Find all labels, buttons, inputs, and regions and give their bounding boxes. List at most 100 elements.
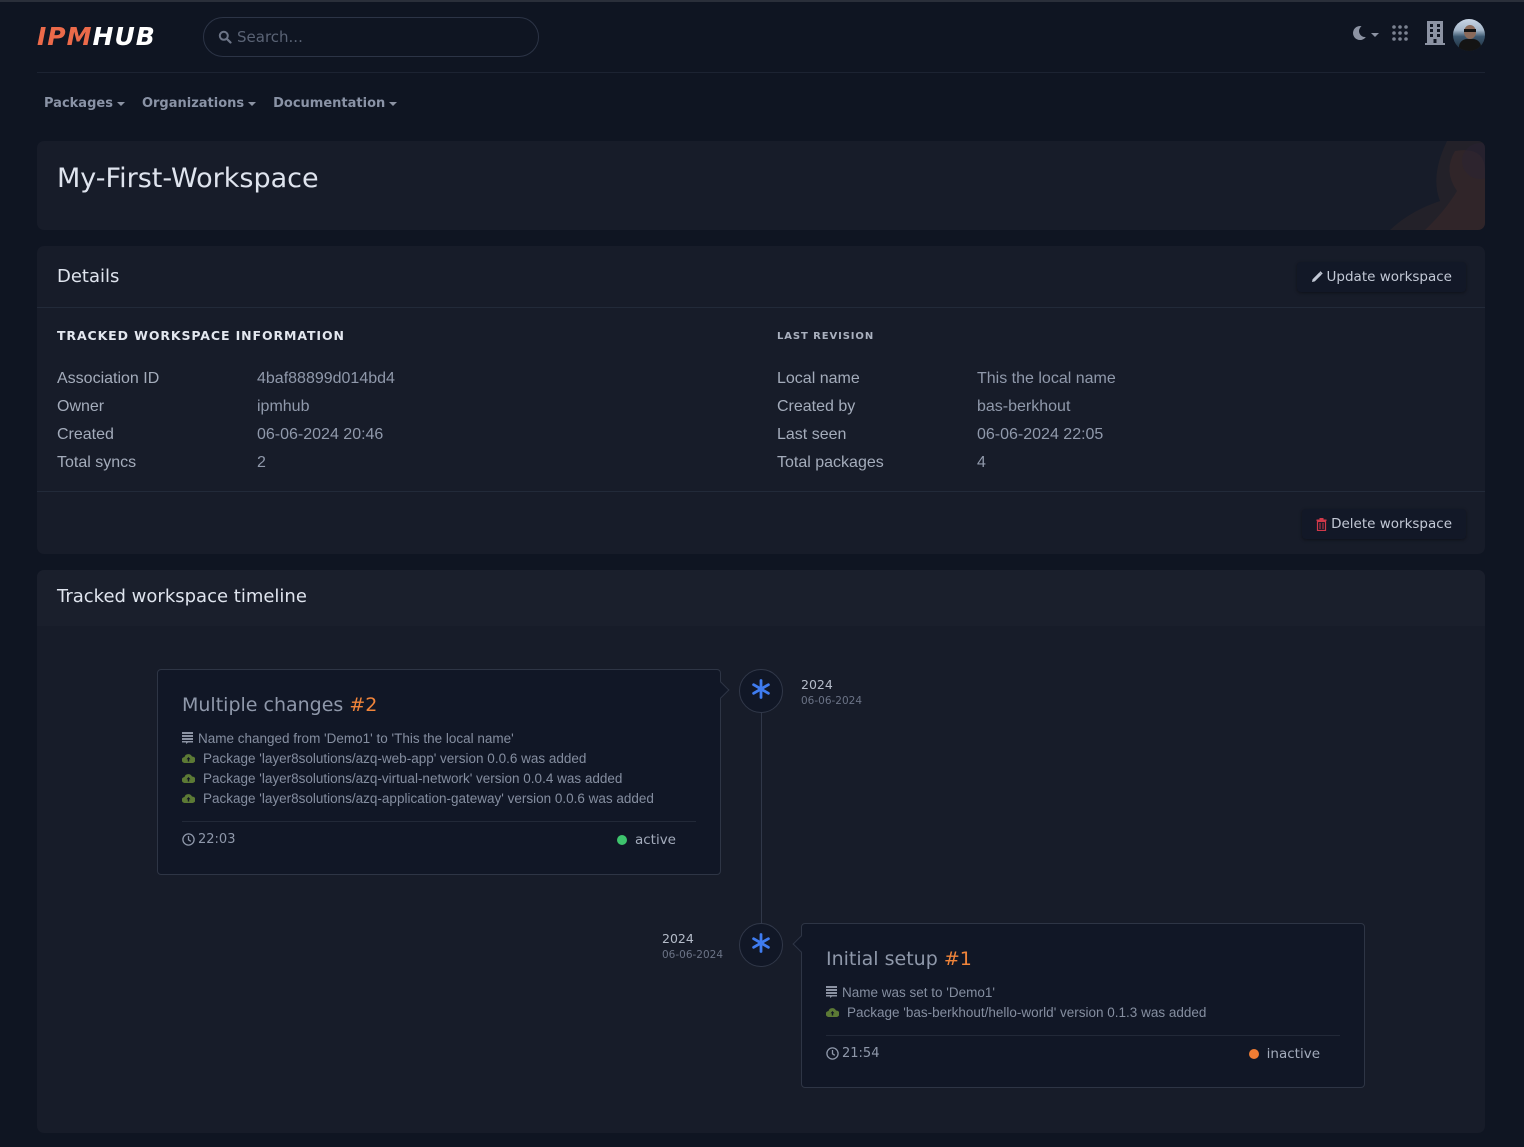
entry-title-text: Multiple changes bbox=[182, 694, 344, 716]
info-key: Local name bbox=[777, 370, 860, 387]
change-item: Name was set to 'Demo1' bbox=[826, 982, 1206, 1002]
info-key: Association ID bbox=[57, 370, 160, 387]
change-text: Name was set to 'Demo1' bbox=[842, 984, 995, 1000]
last-revision-heading: LAST REVISION bbox=[777, 331, 875, 342]
entry-time: 22:03 bbox=[182, 832, 235, 847]
timeline-year: 2024 bbox=[662, 931, 694, 946]
theme-toggle[interactable] bbox=[1350, 24, 1379, 47]
chevron-down-icon bbox=[1371, 33, 1379, 37]
timeline-entry: Multiple changes #2 Name changed from 'D… bbox=[157, 669, 730, 875]
info-key: Total packages bbox=[777, 454, 884, 471]
status-dot-icon bbox=[1248, 1049, 1259, 1059]
info-row: Last seen 06-06-2024 22:05 bbox=[777, 421, 1116, 449]
timeline-header: Tracked workspace timeline bbox=[37, 570, 1485, 626]
info-row: Owner ipmhub bbox=[57, 393, 395, 421]
tracked-info-section: TRACKED WORKSPACE INFORMATION Associatio… bbox=[57, 328, 395, 477]
change-item: Package 'layer8solutions/azq-web-app' ve… bbox=[182, 748, 654, 768]
user-avatar[interactable] bbox=[1453, 19, 1485, 51]
search-box[interactable] bbox=[203, 17, 539, 57]
info-row: Total packages 4 bbox=[777, 449, 1116, 477]
nav-packages[interactable]: Packages bbox=[44, 96, 125, 111]
change-text: Package 'layer8solutions/azq-application… bbox=[203, 790, 654, 806]
name-change-icon bbox=[826, 986, 841, 998]
update-workspace-button[interactable]: Update workspace bbox=[1296, 262, 1466, 292]
chevron-down-icon bbox=[248, 101, 257, 106]
entry-divider bbox=[826, 1035, 1340, 1036]
entry-title-text: Initial setup bbox=[826, 948, 938, 970]
change-item: Package 'layer8solutions/azq-application… bbox=[182, 788, 654, 808]
info-key: Created by bbox=[777, 398, 856, 415]
name-change-icon bbox=[182, 732, 197, 744]
clock-icon bbox=[182, 833, 195, 846]
info-row: Total syncs 2 bbox=[57, 449, 395, 477]
avatar-head bbox=[1464, 25, 1476, 39]
cloud-upload-icon bbox=[826, 1007, 846, 1017]
clock-icon bbox=[826, 1047, 839, 1060]
entry-time: 21:54 bbox=[826, 1046, 879, 1061]
entry-pointer bbox=[712, 681, 730, 699]
timeline-year: 2024 bbox=[801, 677, 833, 692]
change-text: Name changed from 'Demo1' to 'This the l… bbox=[198, 730, 514, 746]
cloud-upload-icon bbox=[182, 773, 202, 783]
building-icon[interactable] bbox=[1425, 20, 1445, 50]
change-item: Package 'layer8solutions/azq-virtual-net… bbox=[182, 768, 654, 788]
info-value: ipmhub bbox=[257, 398, 310, 415]
entry-changes: Name changed from 'Demo1' to 'This the l… bbox=[182, 728, 654, 808]
pencil-icon bbox=[1311, 271, 1323, 283]
info-row: Created by bas-berkhout bbox=[777, 393, 1116, 421]
trash-icon bbox=[1316, 517, 1327, 531]
cloud-upload-icon bbox=[182, 753, 202, 763]
info-value: 06-06-2024 22:05 bbox=[977, 426, 1104, 443]
delete-workspace-button[interactable]: Delete workspace bbox=[1302, 509, 1466, 539]
ipmhub-logo[interactable]: IPMHUB bbox=[37, 24, 156, 50]
page-title: My-First-Workspace bbox=[57, 163, 319, 194]
info-row: Created 06-06-2024 20:46 bbox=[57, 421, 395, 449]
avatar-glasses bbox=[1464, 29, 1476, 32]
moon-icon bbox=[1350, 24, 1368, 47]
chevron-down-icon bbox=[389, 101, 398, 106]
change-text: Package 'bas-berkhout/hello-world' versi… bbox=[847, 1004, 1207, 1020]
info-value: This the local name bbox=[977, 370, 1116, 387]
info-row: Association ID 4baf88899d014bd4 bbox=[57, 365, 395, 393]
info-value: 06-06-2024 20:46 bbox=[257, 426, 384, 443]
update-workspace-label: Update workspace bbox=[1326, 269, 1452, 285]
apps-grid-icon[interactable] bbox=[1391, 24, 1409, 47]
info-value: 4 bbox=[977, 454, 986, 471]
status-badge: active bbox=[616, 832, 676, 848]
status-text: active bbox=[634, 832, 676, 848]
asterisk-icon bbox=[751, 678, 771, 704]
status-text: inactive bbox=[1266, 1046, 1320, 1062]
timeline-date: 2024 06-06-2024 bbox=[662, 931, 723, 961]
top-right-controls bbox=[1350, 17, 1485, 53]
timeline-connector bbox=[761, 691, 762, 946]
details-footer-divider bbox=[37, 491, 1485, 492]
entry-number: #2 bbox=[349, 694, 378, 716]
status-dot-icon bbox=[616, 835, 627, 845]
avatar-body bbox=[1459, 39, 1481, 51]
timeline-day: 06-06-2024 bbox=[662, 949, 724, 961]
change-item: Name changed from 'Demo1' to 'This the l… bbox=[182, 728, 654, 748]
entry-time-text: 22:03 bbox=[198, 832, 236, 847]
info-key: Owner bbox=[57, 398, 105, 415]
details-card: Details Update workspace TRACKED WORKSPA… bbox=[37, 246, 1485, 554]
status-badge: inactive bbox=[1248, 1046, 1320, 1062]
nav-organizations-label: Organizations bbox=[141, 96, 245, 111]
timeline-node bbox=[739, 923, 783, 967]
search-input[interactable] bbox=[237, 28, 517, 46]
info-row: Local name This the local name bbox=[777, 365, 1116, 393]
entry-title: Multiple changes #2 bbox=[182, 694, 377, 716]
timeline-card: Tracked workspace timeline 2024 06-06-20… bbox=[37, 570, 1485, 1133]
main-nav: Packages Organizations Documentation bbox=[44, 96, 398, 111]
entry-number: #1 bbox=[943, 948, 972, 970]
tracked-info-heading: TRACKED WORKSPACE INFORMATION bbox=[57, 328, 345, 343]
cloud-upload-icon bbox=[182, 793, 202, 803]
page-header-card: My-First-Workspace bbox=[37, 141, 1485, 230]
asterisk-icon bbox=[751, 932, 771, 958]
nav-documentation[interactable]: Documentation bbox=[273, 96, 398, 111]
info-key: Last seen bbox=[777, 426, 847, 443]
details-title: Details bbox=[57, 266, 120, 287]
nav-organizations[interactable]: Organizations bbox=[141, 96, 257, 111]
search-icon bbox=[218, 30, 232, 44]
entry-divider bbox=[182, 821, 696, 822]
decorative-blob bbox=[1390, 141, 1485, 230]
